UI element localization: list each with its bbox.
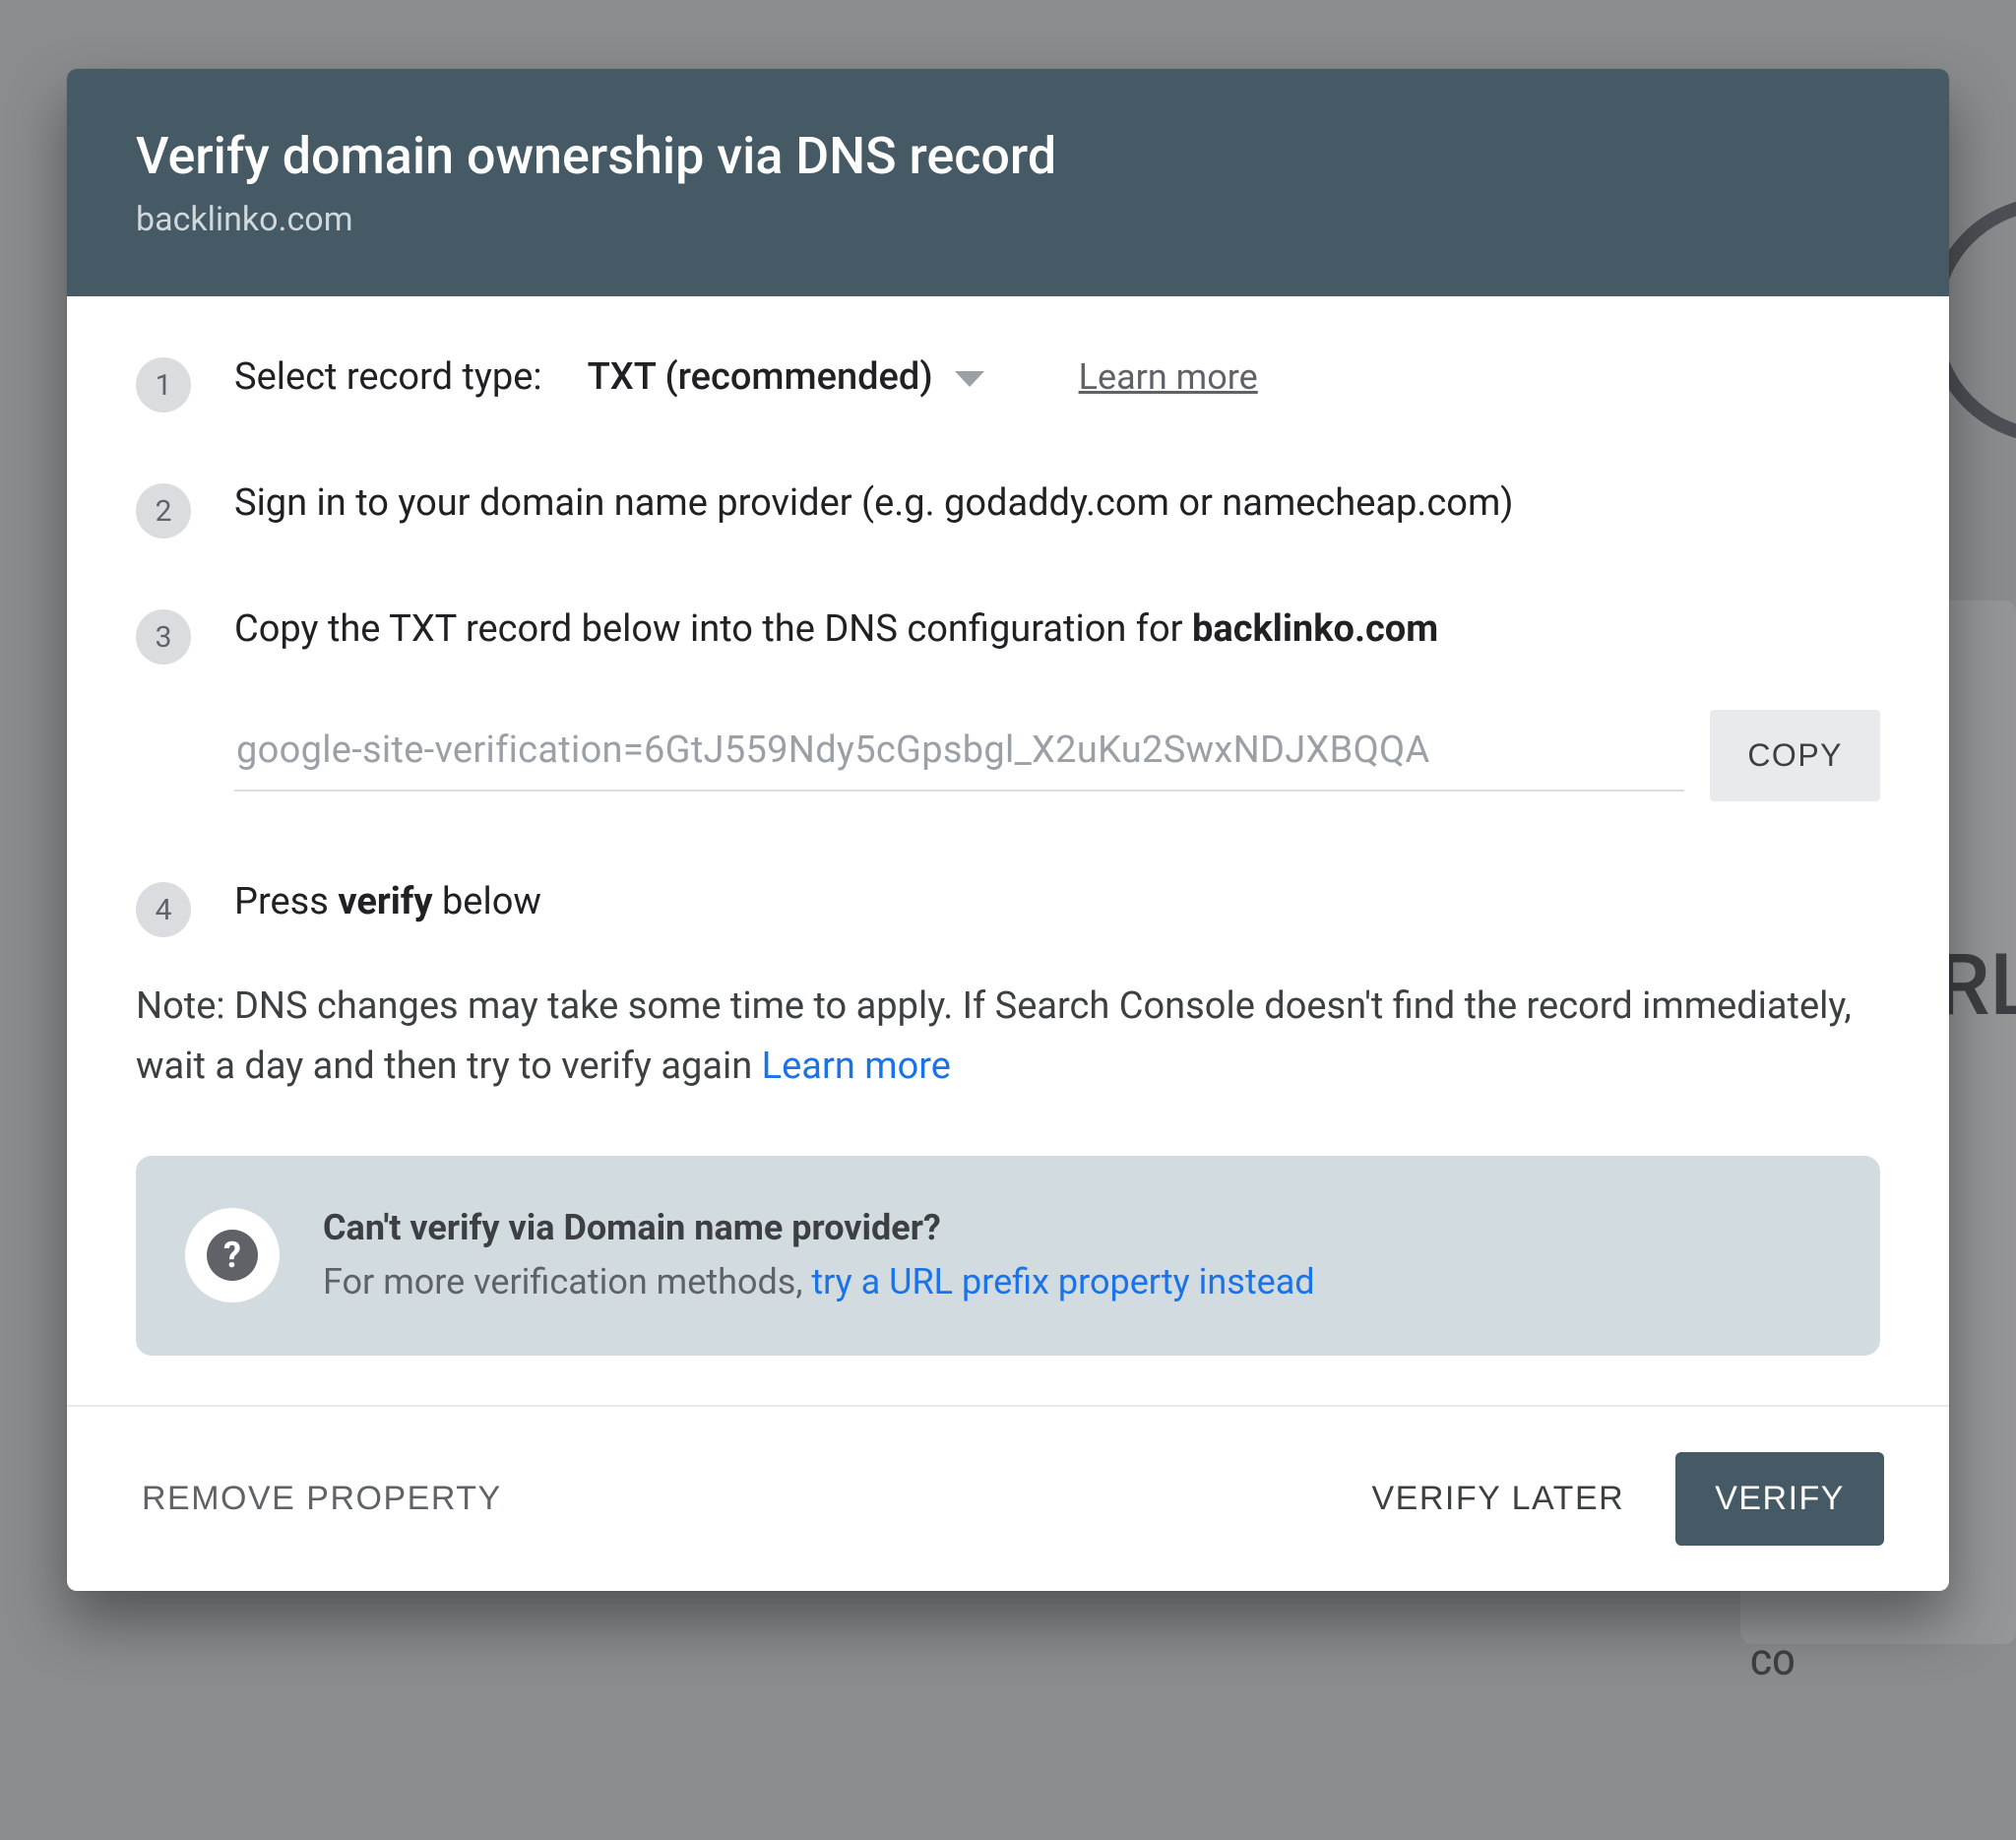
- step-1-content: Select record type: TXT (recommended) Le…: [234, 355, 1880, 399]
- step-badge-2: 2: [136, 483, 191, 539]
- step-3-content: Copy the TXT record below into the DNS c…: [234, 607, 1880, 801]
- help-icon-circle: ?: [185, 1208, 280, 1302]
- info-panel-prefix: For more verification methods,: [323, 1261, 811, 1302]
- dialog-title: Verify domain ownership via DNS record: [136, 126, 1880, 186]
- verify-ownership-dialog: Verify domain ownership via DNS record b…: [67, 69, 1949, 1591]
- txt-record-input[interactable]: [234, 721, 1684, 792]
- learn-more-link[interactable]: Learn more: [1079, 356, 1258, 398]
- chevron-down-icon: [955, 371, 984, 387]
- alternate-verification-panel: ? Can't verify via Domain name provider?…: [136, 1156, 1880, 1357]
- copy-button[interactable]: COPY: [1710, 710, 1880, 801]
- step-2-text: Sign in to your domain name provider (e.…: [234, 481, 1880, 525]
- info-panel-title: Can't verify via Domain name provider?: [323, 1201, 1315, 1256]
- learn-more-link[interactable]: Learn more: [762, 1045, 951, 1088]
- txt-record-row: COPY: [234, 710, 1880, 801]
- dns-note-text: Note: DNS changes may take some time to …: [136, 984, 1852, 1088]
- step-4-suffix: below: [433, 880, 541, 923]
- footer-left: REMOVE PROPERTY: [132, 1460, 1361, 1538]
- help-icon: ?: [207, 1230, 258, 1281]
- step-badge-1: 1: [136, 357, 191, 412]
- step-4: 4 Press verify below: [136, 880, 1880, 937]
- dialog-body: 1 Select record type: TXT (recommended) …: [67, 296, 1949, 1405]
- step-3-prefix: Copy the TXT record below into the DNS c…: [234, 607, 1192, 651]
- step-3-instruction: Copy the TXT record below into the DNS c…: [234, 607, 1880, 651]
- step-4-prefix: Press: [234, 880, 338, 923]
- step-4-bold: verify: [338, 880, 432, 923]
- step-3: 3 Copy the TXT record below into the DNS…: [136, 607, 1880, 801]
- dialog-subtitle: backlinko.com: [136, 200, 1880, 239]
- dialog-header: Verify domain ownership via DNS record b…: [67, 69, 1949, 296]
- record-type-dropdown[interactable]: TXT (recommended): [588, 355, 984, 399]
- step-4-text: Press verify below: [234, 880, 1880, 923]
- step-3-domain: backlinko.com: [1192, 607, 1438, 651]
- verify-button[interactable]: VERIFY: [1675, 1452, 1884, 1546]
- step-badge-3: 3: [136, 609, 191, 665]
- step-badge-4: 4: [136, 882, 191, 937]
- verify-later-button[interactable]: VERIFY LATER: [1361, 1460, 1634, 1538]
- remove-property-button[interactable]: REMOVE PROPERTY: [132, 1460, 512, 1538]
- dialog-footer: REMOVE PROPERTY VERIFY LATER VERIFY: [67, 1405, 1949, 1591]
- step-1-label: Select record type:: [234, 355, 542, 399]
- dns-note: Note: DNS changes may take some time to …: [136, 977, 1880, 1097]
- step-1: 1 Select record type: TXT (recommended) …: [136, 355, 1880, 412]
- url-prefix-property-link[interactable]: try a URL prefix property instead: [811, 1261, 1314, 1302]
- record-type-selected: TXT (recommended): [588, 355, 933, 399]
- info-panel-text: Can't verify via Domain name provider? F…: [323, 1201, 1315, 1311]
- step-2: 2 Sign in to your domain name provider (…: [136, 481, 1880, 539]
